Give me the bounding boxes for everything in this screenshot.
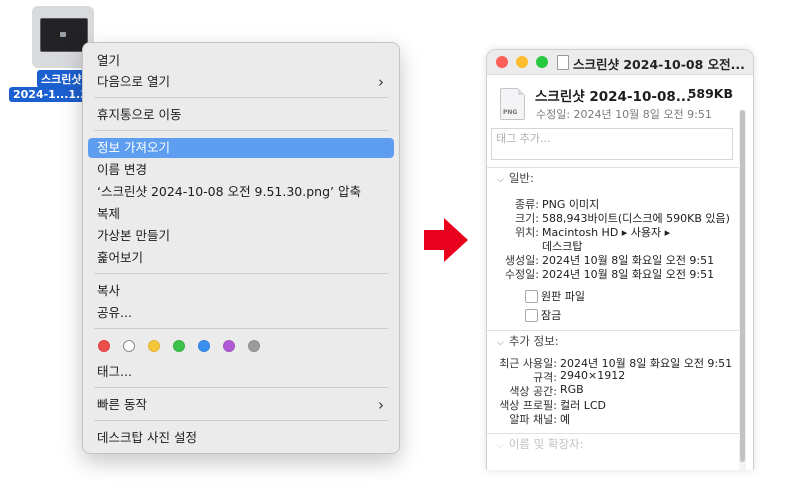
locked-label: 잠금 (541, 309, 562, 322)
modified-date: 수정일: 2024년 10월 8일 오전 9:51 (536, 108, 712, 121)
section-more-info-toggle[interactable]: ⌵ 추가 정보: (497, 333, 559, 349)
tag-purple[interactable] (223, 340, 235, 352)
menu-item-tags[interactable]: 태그... (88, 362, 394, 382)
menu-item-label: 훑어보기 (97, 250, 144, 265)
menu-item-label: 가상본 만들기 (97, 228, 170, 243)
menu-item-set-desktop-picture[interactable]: 데스크탑 사진 설정 (88, 428, 394, 448)
menu-item-label: 이름 변경 (97, 162, 147, 177)
zoom-button[interactable] (536, 56, 548, 68)
chevron-right-icon: › (378, 73, 384, 91)
context-menu: 열기 다음으로 열기 › 휴지통으로 이동 정보 가져오기 이름 변경 ‘스크린샷… (82, 42, 400, 454)
disclosure-triangle-icon: ⌵ (497, 441, 504, 451)
tag-input[interactable]: 태그 추가... (491, 128, 733, 160)
menu-item-label: 빠른 동작 (97, 397, 147, 412)
menu-item-label: 태그... (97, 364, 132, 379)
section-general-title: 일반: (508, 171, 534, 185)
info-value: 2024년 10월 8일 화요일 오전 9:51 (542, 268, 715, 281)
menu-item-label: 복사 (97, 283, 121, 298)
tag-green[interactable] (173, 340, 185, 352)
menu-separator (94, 420, 388, 421)
window-title: 스크린샷 2024-10-08 오전... (573, 57, 745, 72)
file-name: 스크린샷 2024-10-08... (535, 89, 692, 105)
section-general-toggle[interactable]: ⌵ 일반: (497, 170, 534, 186)
tag-red[interactable] (98, 340, 110, 352)
scrollbar[interactable] (739, 110, 746, 470)
menu-item-quick-look[interactable]: 훑어보기 (88, 248, 394, 268)
menu-item-label: 데스크탑 사진 설정 (97, 430, 197, 445)
tag-yellow[interactable] (148, 340, 160, 352)
info-value: 예 (560, 413, 571, 426)
section-divider (487, 167, 743, 168)
menu-item-rename[interactable]: 이름 변경 (88, 160, 394, 180)
tag-input-placeholder: 태그 추가... (496, 132, 551, 145)
menu-item-make-alias[interactable]: 가상본 만들기 (88, 226, 394, 246)
menu-separator (94, 97, 388, 98)
menu-item-open[interactable]: 열기 (88, 51, 394, 71)
menu-item-quick-actions[interactable]: 빠른 동작 › (88, 395, 394, 415)
stationery-pad-checkbox[interactable] (525, 290, 538, 303)
menu-item-duplicate[interactable]: 복제 (88, 204, 394, 224)
tag-blue[interactable] (198, 340, 210, 352)
file-size: 589KB (687, 86, 733, 101)
stationery-pad-label: 원판 파일 (541, 290, 585, 303)
menu-separator (94, 328, 388, 329)
png-file-icon: PNG (500, 88, 525, 120)
menu-separator (94, 387, 388, 388)
menu-item-compress[interactable]: ‘스크린샷 2024-10-08 오전 9.51.30.png’ 압축 (88, 182, 394, 202)
menu-item-get-info[interactable]: 정보 가져오기 (88, 138, 394, 158)
locked-checkbox[interactable] (525, 309, 538, 322)
chevron-right-icon: › (378, 396, 384, 414)
menu-item-move-to-trash[interactable]: 휴지통으로 이동 (88, 105, 394, 125)
info-value: RGB (560, 383, 584, 396)
tag-gray[interactable] (248, 340, 260, 352)
menu-item-copy[interactable]: 복사 (88, 281, 394, 301)
menu-item-label: 공유... (97, 305, 132, 320)
info-key: 알파 채널: (509, 413, 557, 426)
menu-item-open-with[interactable]: 다음으로 열기 › (88, 72, 394, 92)
info-key: 위치: (515, 226, 539, 239)
section-more-info-title: 추가 정보: (508, 334, 559, 348)
red-arrow-right-icon (424, 218, 468, 262)
info-key: 수정일: (504, 268, 539, 281)
window-titlebar[interactable]: 스크린샷 2024-10-08 오전... (487, 50, 753, 75)
menu-item-label: 휴지통으로 이동 (97, 107, 182, 122)
section-name-extension-toggle[interactable]: ⌵ 이름 및 확장자: (497, 436, 584, 452)
section-divider (487, 433, 743, 434)
screenshot-thumbnail (40, 18, 88, 52)
info-value: 2940×1912 (560, 369, 626, 382)
section-divider (487, 330, 743, 331)
desktop-file-label[interactable]: 스크린샷 (37, 70, 86, 88)
disclosure-triangle-icon: ⌵ (497, 175, 504, 185)
document-icon (557, 55, 569, 70)
section-name-extension-title: 이름 및 확장자: (508, 437, 584, 451)
file-type-badge: PNG (503, 109, 518, 116)
info-window: 스크린샷 2024-10-08 오전... PNG 스크린샷 2024-10-0… (486, 49, 754, 470)
menu-separator (94, 273, 388, 274)
menu-item-label: 정보 가져오기 (97, 140, 170, 155)
menu-item-share[interactable]: 공유... (88, 303, 394, 323)
disclosure-triangle-icon: ⌵ (497, 338, 504, 348)
scrollbar-thumb[interactable] (740, 110, 745, 462)
minimize-button[interactable] (516, 56, 528, 68)
tag-none[interactable] (123, 340, 135, 352)
menu-item-label: 복제 (97, 206, 121, 221)
menu-item-label: 다음으로 열기 (97, 74, 170, 89)
close-button[interactable] (496, 56, 508, 68)
menu-item-label: 열기 (97, 53, 121, 68)
menu-item-label: ‘스크린샷 2024-10-08 오전 9.51.30.png’ 압축 (97, 184, 361, 199)
menu-separator (94, 130, 388, 131)
